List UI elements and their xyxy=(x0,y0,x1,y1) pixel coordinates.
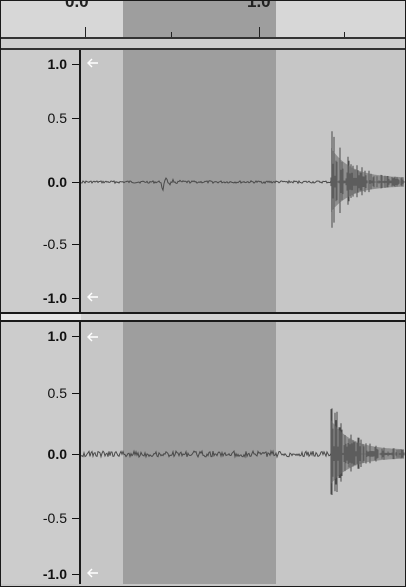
scale-label: -1.0 xyxy=(42,290,67,306)
arrow-left-icon[interactable] xyxy=(87,332,99,342)
arrow-left-icon[interactable] xyxy=(87,568,99,578)
arrow-left-icon[interactable] xyxy=(87,58,99,68)
waveform-envelope xyxy=(331,148,404,212)
scale-label: 1.0 xyxy=(47,328,67,344)
scale-label: 0.0 xyxy=(47,174,67,190)
scale-label: 0.5 xyxy=(47,110,67,126)
scale-tick xyxy=(72,298,79,299)
amplitude-scale: 1.0 0.5 0.0 -0.5 -1.0 xyxy=(1,50,81,312)
scale-label: -0.5 xyxy=(42,236,67,252)
separator-left-panel xyxy=(1,314,81,320)
scale-tick xyxy=(72,244,79,245)
scale-label: 0.0 xyxy=(47,446,67,462)
ruler-tick xyxy=(85,27,86,37)
arrow-left-icon[interactable] xyxy=(87,292,99,302)
channel-separator[interactable] xyxy=(1,312,405,322)
scale-tick xyxy=(72,454,79,455)
waveform-path xyxy=(81,177,332,192)
ruler-divider xyxy=(1,37,405,50)
ruler-tick xyxy=(259,27,260,37)
scale-tick xyxy=(72,118,79,119)
scale-label: -0.5 xyxy=(42,510,67,526)
scale-tick xyxy=(72,574,79,575)
scale-tick xyxy=(72,64,79,65)
scale-tick xyxy=(72,336,79,337)
waveform-path xyxy=(81,449,332,459)
scale-tick xyxy=(72,182,79,183)
waveform xyxy=(81,131,405,228)
track-channel-2[interactable]: 1.0 0.5 0.0 -0.5 -1.0 xyxy=(1,322,405,584)
audio-editor-frame: 0.0 1.0 1.0 0.5 0.0 -0.5 -1.0 1.0 0.5 0.… xyxy=(0,0,406,587)
track-channel-1[interactable]: 1.0 0.5 0.0 -0.5 -1.0 xyxy=(1,50,405,312)
ruler-label-0: 0.0 xyxy=(65,1,89,11)
scale-label: -1.0 xyxy=(42,566,67,582)
scale-label: 0.5 xyxy=(47,385,67,401)
timeline-ruler[interactable]: 0.0 1.0 xyxy=(1,1,405,37)
waveform-area[interactable] xyxy=(81,50,405,312)
scale-label: 1.0 xyxy=(47,56,67,72)
waveform-area[interactable] xyxy=(81,322,405,584)
amplitude-scale: 1.0 0.5 0.0 -0.5 -1.0 xyxy=(1,322,81,584)
scale-tick xyxy=(72,518,79,519)
scale-tick xyxy=(72,393,79,394)
waveform xyxy=(81,408,405,495)
ruler-label-1: 1.0 xyxy=(247,1,271,11)
